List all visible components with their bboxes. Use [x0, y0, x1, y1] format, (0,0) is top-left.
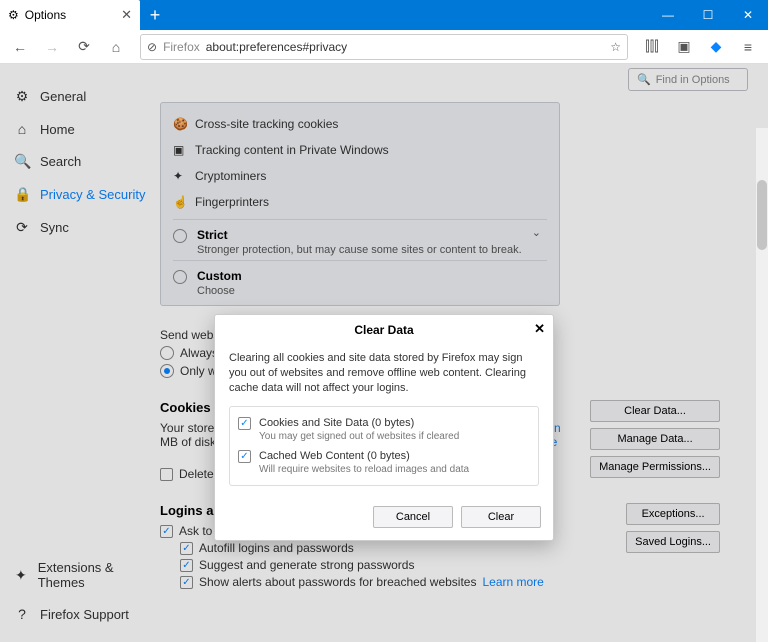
cached-content-checkbox[interactable]: Cached Web Content (0 bytes)Will require…: [238, 446, 530, 479]
library-button[interactable]: ⫿⫿⫿: [638, 33, 666, 61]
dialog-close-button[interactable]: ✕: [534, 321, 545, 337]
gear-icon: ⚙: [8, 8, 19, 22]
dialog-cancel-button[interactable]: Cancel: [373, 506, 453, 528]
dialog-clear-button[interactable]: Clear: [461, 506, 541, 528]
tab-title: Options: [25, 8, 66, 22]
bookmark-star-icon[interactable]: ☆: [610, 40, 621, 54]
scrollbar-thumb[interactable]: [757, 180, 767, 250]
checkbox-icon[interactable]: [238, 417, 251, 430]
window-close-button[interactable]: ✕: [728, 0, 768, 30]
checkbox-icon[interactable]: [238, 450, 251, 463]
browser-toolbar: ← → ⟳ ⌂ ⊘ Firefox about:preferences#priv…: [0, 30, 768, 64]
window-titlebar: ⚙ Options ✕ + — ☐ ✕: [0, 0, 768, 30]
extensions-button[interactable]: ◆: [702, 33, 730, 61]
dialog-title: Clear Data ✕: [215, 315, 553, 345]
dialog-description: Clearing all cookies and site data store…: [229, 351, 539, 396]
cookies-site-data-checkbox[interactable]: Cookies and Site Data (0 bytes)You may g…: [238, 413, 530, 446]
clear-data-dialog: Clear Data ✕ Clearing all cookies and si…: [214, 314, 554, 541]
identity-label: Firefox: [163, 40, 200, 54]
dialog-options: Cookies and Site Data (0 bytes)You may g…: [229, 406, 539, 486]
content-area: ⚙General ⌂Home 🔍Search 🔒Privacy & Securi…: [0, 64, 768, 642]
home-button[interactable]: ⌂: [102, 33, 130, 61]
shield-icon: ⊘: [147, 40, 157, 54]
new-tab-button[interactable]: +: [140, 0, 170, 30]
app-menu-button[interactable]: ≡: [734, 33, 762, 61]
url-bar[interactable]: ⊘ Firefox about:preferences#privacy ☆: [140, 34, 628, 60]
scrollbar[interactable]: [756, 128, 768, 642]
back-button[interactable]: ←: [6, 33, 34, 61]
url-text: about:preferences#privacy: [206, 40, 347, 54]
reload-button[interactable]: ⟳: [70, 33, 98, 61]
sidebar-button[interactable]: ▣: [670, 33, 698, 61]
window-minimize-button[interactable]: —: [648, 0, 688, 30]
tab-close-icon[interactable]: ✕: [121, 7, 132, 23]
window-maximize-button[interactable]: ☐: [688, 0, 728, 30]
forward-button[interactable]: →: [38, 33, 66, 61]
browser-tab[interactable]: ⚙ Options ✕: [0, 0, 140, 30]
